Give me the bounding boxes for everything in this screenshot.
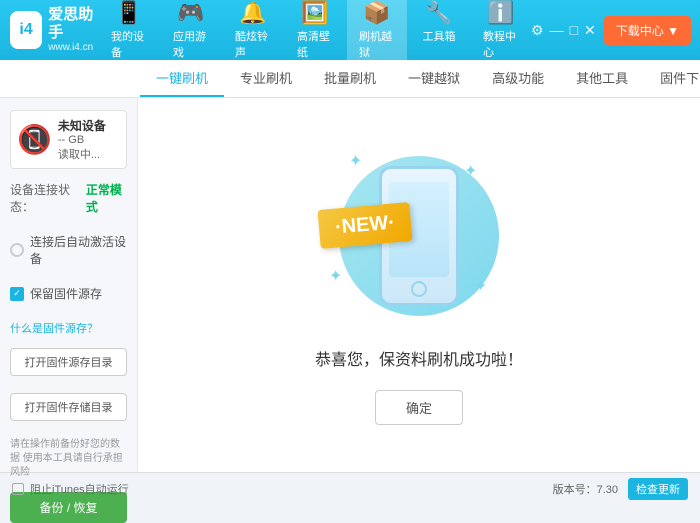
- option-row-2[interactable]: 保留固件源存: [10, 285, 127, 302]
- nav-item-app-games[interactable]: 🎮 应用游戏: [161, 0, 221, 66]
- radio-button[interactable]: [10, 243, 24, 257]
- nav-label: 教程中心: [483, 28, 519, 60]
- nav-label: 高清壁纸: [297, 28, 333, 60]
- sub-nav-jailbreak[interactable]: 一键越狱: [392, 60, 476, 97]
- sparkle-icon-4: ✦: [474, 276, 487, 296]
- nav-label: 工具箱: [423, 28, 456, 44]
- nav-item-tutorial[interactable]: ℹ️ 教程中心: [471, 0, 531, 66]
- nav-label: 应用游戏: [173, 28, 209, 60]
- success-message: 恭喜您，保资料刷机成功啦！: [315, 346, 523, 370]
- wallpaper-icon: 🖼️: [301, 0, 328, 26]
- new-banner: ·NEW·: [317, 202, 412, 249]
- itunes-checkbox[interactable]: [12, 483, 24, 495]
- version-area: 版本号：7.30 检查更新: [553, 478, 688, 500]
- phone-illustration: ✦ ✦ ✦ ✦ ·NEW·: [319, 146, 519, 326]
- download-button[interactable]: 下载中心 ▼: [604, 16, 691, 45]
- top-right: ⚙ — □ ✕ 下载中心 ▼: [531, 16, 691, 45]
- check-update-button[interactable]: 检查更新: [628, 478, 688, 500]
- confirm-button[interactable]: 确定: [375, 390, 463, 425]
- maximize-icon[interactable]: □: [570, 22, 578, 39]
- status-section: 设备连接状态： 正常模式: [10, 181, 127, 221]
- logo-text: 爱思助手 www.i4.cn: [48, 6, 99, 54]
- nav-item-flash[interactable]: 📦 刷机越狱: [347, 0, 407, 66]
- toolbox-icon: 🔧: [425, 0, 452, 26]
- sub-nav-firmware[interactable]: 固件下载: [644, 60, 700, 97]
- main-area: 📵 未知设备 -- GB 读取中... 设备连接状态： 正常模式 连接后自动激活…: [0, 98, 700, 472]
- status-row: 设备连接状态： 正常模式: [10, 181, 127, 215]
- nav-item-ringtones[interactable]: 🔔 酷炫铃声: [223, 0, 283, 66]
- sub-nav-one-click-flash[interactable]: 一键刷机: [140, 60, 224, 97]
- settings-icon[interactable]: ⚙: [531, 22, 544, 39]
- minimize-icon[interactable]: —: [550, 22, 564, 39]
- nav-icons: 📱 我的设备 🎮 应用游戏 🔔 酷炫铃声 🖼️ 高清壁纸 📦 刷机越狱 🔧 工具…: [99, 0, 531, 66]
- device-icon: 📱: [115, 0, 142, 26]
- nav-label: 酷炫铃声: [235, 28, 271, 60]
- option-row-1[interactable]: 连接后自动激活设备: [10, 233, 127, 267]
- sub-nav-advanced[interactable]: 高级功能: [476, 60, 560, 97]
- open-firmware-btn[interactable]: 打开固件源存目录: [10, 348, 127, 376]
- flash-icon: 📦: [363, 0, 390, 26]
- device-info: 未知设备 -- GB 读取中...: [58, 117, 106, 162]
- logo-icon: i4: [10, 11, 42, 49]
- warning-text: 请在操作前备份好您的数据 使用本工具请自行承担风险: [10, 438, 127, 480]
- nav-label: 我的设备: [111, 28, 147, 60]
- content-area: ✦ ✦ ✦ ✦ ·NEW· 恭喜您，保资料刷机成功啦！ 确定: [138, 98, 700, 472]
- nav-item-wallpaper[interactable]: 🖼️ 高清壁纸: [285, 0, 345, 66]
- sparkle-icon-1: ✦: [349, 151, 362, 171]
- window-controls: ⚙ — □ ✕: [531, 22, 596, 39]
- nav-label: 刷机越狱: [359, 28, 395, 60]
- nav-item-my-device[interactable]: 📱 我的设备: [99, 0, 159, 66]
- sub-nav-pro-flash[interactable]: 专业刷机: [224, 60, 308, 97]
- sub-nav-batch-flash[interactable]: 批量刷机: [308, 60, 392, 97]
- checkbox-firmware[interactable]: [10, 287, 24, 301]
- phone-home-button: [411, 281, 427, 297]
- backup-restore-btn[interactable]: 备份 / 恢复: [10, 492, 127, 523]
- firmware-help-link[interactable]: 什么是固件源存？: [10, 320, 127, 336]
- device-area: 📵 未知设备 -- GB 读取中...: [10, 110, 127, 169]
- tutorial-icon: ℹ️: [487, 0, 514, 26]
- device-phone-icon: 📵: [17, 123, 52, 156]
- nav-item-toolbox[interactable]: 🔧 工具箱: [409, 0, 469, 66]
- itunes-row: 阻止iTunes自动运行: [12, 481, 129, 497]
- sub-nav-other-tools[interactable]: 其他工具: [560, 60, 644, 97]
- ringtone-icon: 🔔: [239, 0, 266, 26]
- logo-area: i4 爱思助手 www.i4.cn: [10, 6, 99, 54]
- open-storage-btn[interactable]: 打开固件存储目录: [10, 393, 127, 421]
- sidebar: 📵 未知设备 -- GB 读取中... 设备连接状态： 正常模式 连接后自动激活…: [0, 98, 138, 472]
- sparkle-icon-3: ✦: [329, 266, 342, 286]
- close-icon[interactable]: ✕: [584, 22, 596, 39]
- games-icon: 🎮: [177, 0, 204, 26]
- sparkle-icon-2: ✦: [464, 161, 477, 181]
- top-bar: i4 爱思助手 www.i4.cn 📱 我的设备 🎮 应用游戏 🔔 酷炫铃声 🖼…: [0, 0, 700, 60]
